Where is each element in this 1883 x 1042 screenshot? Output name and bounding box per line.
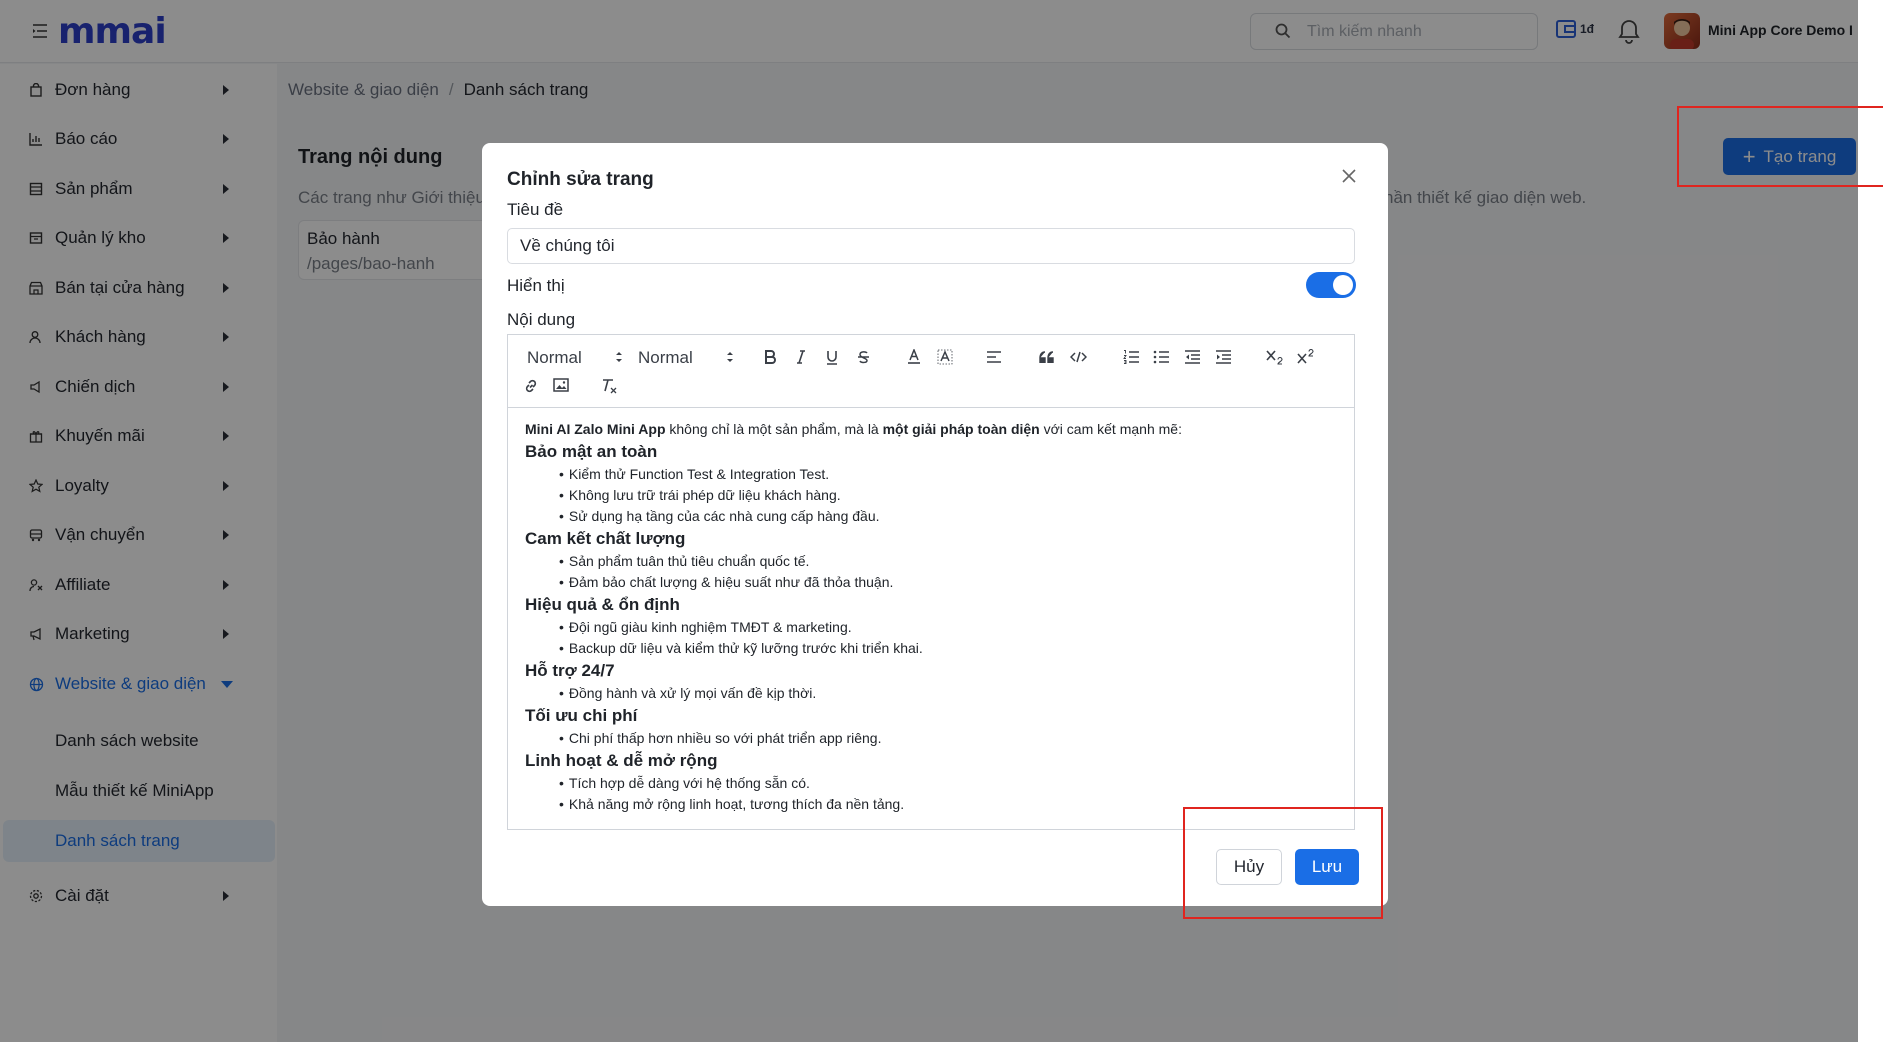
toggle-knob <box>1333 275 1353 295</box>
link-icon[interactable] <box>519 374 543 398</box>
ordered-list-icon[interactable] <box>1119 345 1143 369</box>
list-item: Chi phí thấp hơn nhiều so với phát triển… <box>559 728 1345 749</box>
visible-toggle[interactable] <box>1306 272 1356 298</box>
section-heading: Cam kết chất lượng <box>525 529 686 548</box>
intro-bold-2: một giải pháp toàn diện <box>882 421 1040 437</box>
background-color-icon[interactable] <box>933 345 957 369</box>
list-item: Đội ngũ giàu kinh nghiệm TMĐT & marketin… <box>559 617 1345 638</box>
outdent-icon[interactable] <box>1180 345 1204 369</box>
section-heading: Hỗ trợ 24/7 <box>525 661 615 680</box>
font-select-value: Normal <box>527 348 582 367</box>
superscript-icon[interactable] <box>1294 345 1318 369</box>
select-arrows-icon <box>616 352 622 362</box>
indent-icon[interactable] <box>1211 345 1235 369</box>
list-item: Sử dụng hạ tầng của các nhà cung cấp hàn… <box>559 506 1345 527</box>
code-block-icon[interactable] <box>1066 345 1090 369</box>
section-list: Chi phí thấp hơn nhiều so với phát triển… <box>525 728 1345 749</box>
content-field-label: Nội dung <box>507 310 576 329</box>
section-heading: Linh hoạt & dễ mở rộng <box>525 751 718 770</box>
list-item: Đồng hành và xử lý mọi vấn đề kịp thời. <box>559 683 1345 704</box>
editor-toolbar: Normal Normal <box>508 335 1354 408</box>
blockquote-icon[interactable] <box>1035 345 1059 369</box>
align-icon[interactable] <box>982 345 1006 369</box>
section-list: Đội ngũ giàu kinh nghiệm TMĐT & marketin… <box>525 617 1345 659</box>
size-select-value: Normal <box>638 348 693 367</box>
strikethrough-icon[interactable] <box>851 345 875 369</box>
bold-icon[interactable] <box>758 345 782 369</box>
section-heading: Bảo mật an toàn <box>525 442 658 461</box>
list-item: Kiểm thử Function Test & Integration Tes… <box>559 464 1345 485</box>
size-select[interactable]: Normal <box>638 347 734 369</box>
subscript-icon[interactable] <box>1263 345 1287 369</box>
select-arrows-icon <box>727 352 733 362</box>
section-heading: Hiệu quả & ổn định <box>525 595 680 614</box>
list-item: Đảm bảo chất lượng & hiệu suất như đã th… <box>559 572 1345 593</box>
intro-text-1: không chỉ là một sản phẩm, mà là <box>665 421 883 437</box>
list-item: Không lưu trữ trái phép dữ liệu khách hà… <box>559 485 1345 506</box>
image-icon[interactable] <box>549 373 573 397</box>
italic-icon[interactable] <box>789 345 813 369</box>
modal-title: Chỉnh sửa trang <box>507 169 654 190</box>
bullet-list-icon[interactable] <box>1149 345 1173 369</box>
editor-content[interactable]: Mini AI Zalo Mini App không chỉ là một s… <box>525 419 1345 815</box>
close-icon[interactable] <box>1340 167 1358 185</box>
clear-format-icon[interactable] <box>597 374 621 398</box>
highlight-create-button <box>1677 106 1883 187</box>
intro-paragraph: Mini AI Zalo Mini App không chỉ là một s… <box>525 419 1345 440</box>
section-list: Đồng hành và xử lý mọi vấn đề kịp thời. <box>525 683 1345 704</box>
list-item: Sản phẩm tuân thủ tiêu chuẩn quốc tế. <box>559 551 1345 572</box>
title-field-label: Tiêu đề <box>507 200 564 219</box>
visible-field-label: Hiển thị <box>507 276 565 295</box>
rich-text-editor: Normal Normal Mini AI Zalo Mini App khôn… <box>507 334 1355 830</box>
list-item: Backup dữ liệu và kiểm thử kỹ lưỡng trướ… <box>559 638 1345 659</box>
intro-text-2: với cam kết mạnh mẽ: <box>1039 421 1182 437</box>
section-heading: Tối ưu chi phí <box>525 706 638 725</box>
edit-page-modal: Chỉnh sửa trang Tiêu đề Hiển thị Nội dun… <box>482 143 1388 906</box>
underline-icon[interactable] <box>820 345 844 369</box>
font-select[interactable]: Normal <box>527 347 623 369</box>
section-list: Kiểm thử Function Test & Integration Tes… <box>525 464 1345 527</box>
list-item: Tích hợp dễ dàng với hệ thống sẵn có. <box>559 773 1345 794</box>
text-color-icon[interactable] <box>902 345 926 369</box>
intro-bold-1: Mini AI Zalo Mini App <box>525 421 666 437</box>
title-input[interactable] <box>507 228 1355 264</box>
section-list: Sản phẩm tuân thủ tiêu chuẩn quốc tế. Đả… <box>525 551 1345 593</box>
highlight-action-buttons <box>1183 807 1383 919</box>
